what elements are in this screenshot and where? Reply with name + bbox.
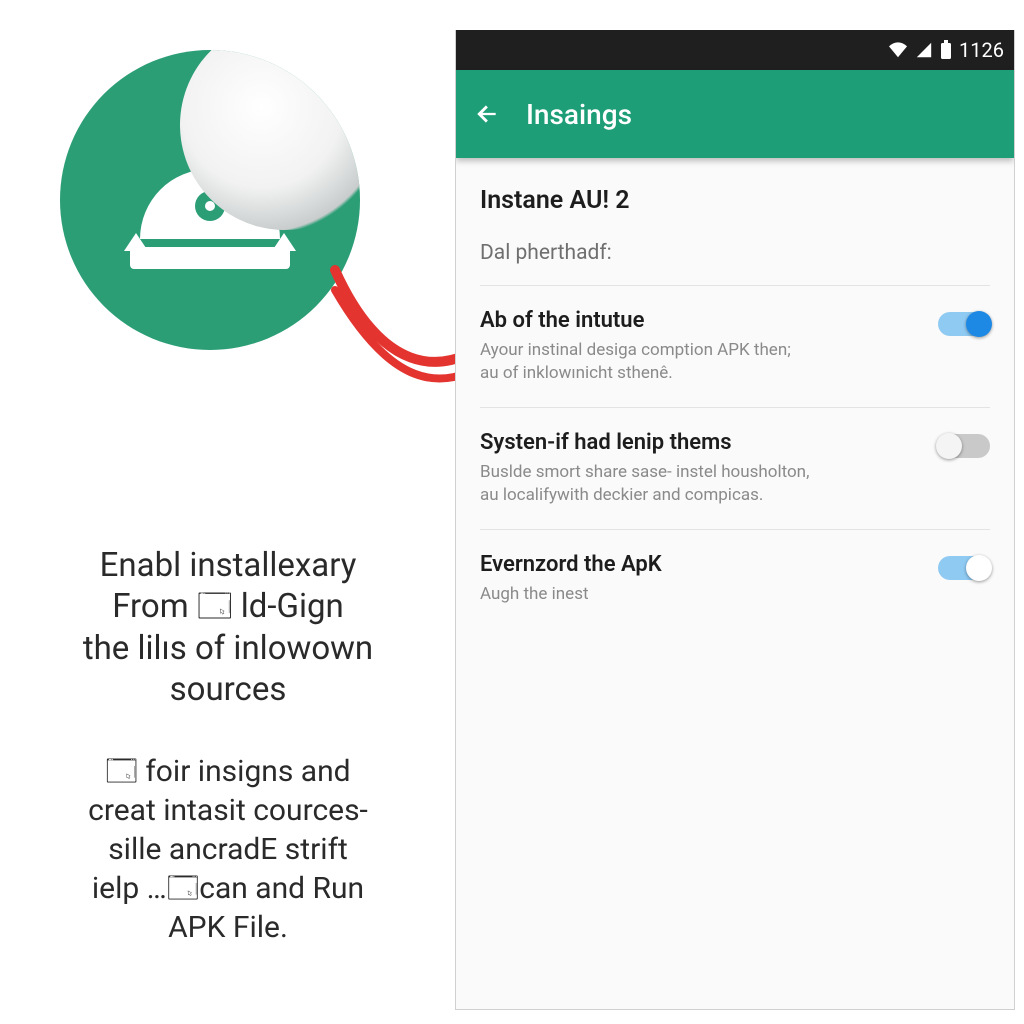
illustration-pane: Enabl installexary From 🗔 ld-Gign the li… <box>0 0 440 1024</box>
status-bar: 1126 <box>456 30 1014 70</box>
instruction-paragraph-2: 🗔 foir insigns and creat intasit cources… <box>28 752 428 947</box>
setting-row-2[interactable]: Systen-if had lenip thems Buslde smort s… <box>480 407 990 529</box>
wifi-icon <box>887 41 909 59</box>
battery-icon <box>939 40 953 60</box>
phone-mock: 1126 Insaings Instane AU! 2 Dal pherthad… <box>455 30 1015 1010</box>
setting-row-3[interactable]: Evernzord the ApK Augh the inest <box>480 529 990 628</box>
instruction-paragraph-1: Enabl installexary From 🗔 ld-Gign the li… <box>28 545 428 710</box>
section-subtitle: Dal pherthadf: <box>480 241 990 265</box>
toggle-switch[interactable] <box>938 312 990 336</box>
app-bar: Insaings <box>456 70 1014 158</box>
setting-desc: Ayour instinal desiga comption APK then;… <box>480 339 926 385</box>
settings-content: Instane AU! 2 Dal pherthadf: Ab of the i… <box>456 158 1014 628</box>
app-bar-title: Insaings <box>526 98 632 131</box>
setting-title: Ab of the intutue <box>480 308 926 333</box>
setting-title: Systen-if had lenip thems <box>480 430 926 455</box>
instruction-text: Enabl installexary From 🗔 ld-Gign the li… <box>28 545 428 947</box>
status-time: 1126 <box>959 38 1004 62</box>
toggle-switch[interactable] <box>938 434 990 458</box>
signal-icon <box>915 41 933 59</box>
apk-sticker <box>60 50 360 350</box>
setting-title: Evernzord the ApK <box>480 552 926 577</box>
toggle-switch[interactable] <box>938 556 990 580</box>
setting-desc: Augh the inest <box>480 583 926 606</box>
back-arrow-icon[interactable] <box>474 101 500 127</box>
setting-desc: Buslde smort share sase- instel housholt… <box>480 461 926 507</box>
section-title: Instane AU! 2 <box>480 186 990 215</box>
setting-row-1[interactable]: Ab of the intutue Ayour instinal desiga … <box>480 285 990 407</box>
